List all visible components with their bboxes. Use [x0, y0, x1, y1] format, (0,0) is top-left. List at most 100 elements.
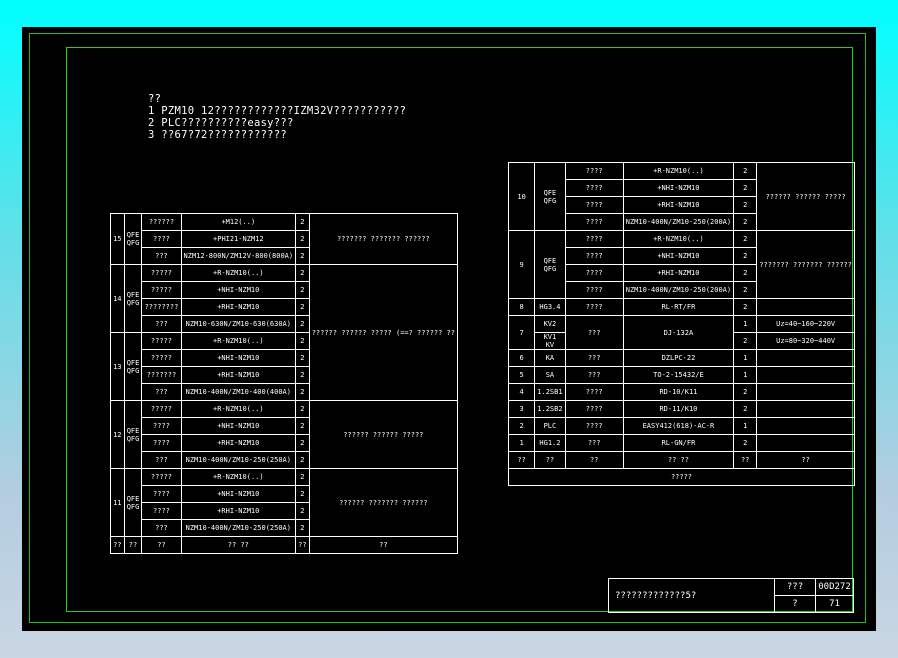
item-number: 7 [507, 315, 536, 350]
table-cell: RL-GN/FR [622, 434, 735, 452]
item-name: ??????? [141, 366, 182, 384]
item-qty: 2 [295, 400, 310, 418]
item-model: +R-NZM10(..) [180, 332, 297, 350]
table-cell: 1 [733, 417, 758, 435]
item-number: 12 [110, 400, 125, 469]
item-remark: Uz=40~160~220V [756, 315, 855, 333]
item-name: ???? [564, 179, 624, 197]
item-name: ??? [141, 247, 182, 265]
table-cell: ???? [564, 417, 624, 435]
note-line-3: 3 ??67?72???????????? [148, 129, 288, 141]
table-cell: 6 [507, 349, 536, 367]
table-header-row: ???????? ?????? [507, 451, 855, 469]
item-qty: 2 [295, 298, 310, 316]
item-remark: ??????? ??????? ?????? [308, 213, 459, 265]
item-remark: ?????? ?????? ????? (==? ?????? ?? [308, 264, 459, 401]
item-number: 13 [110, 332, 125, 401]
table-cell [756, 366, 855, 384]
item-qty: 2 [295, 519, 310, 537]
item-name: ???????? [141, 298, 182, 316]
item-qty: 2 [295, 349, 310, 367]
table-cell: SA [534, 366, 566, 384]
column-header: ?? [123, 536, 143, 554]
item-qty: 2 [295, 502, 310, 520]
drawing-title: ?????????????5? [608, 578, 775, 613]
column-header: ?? [308, 536, 459, 554]
item-model: +RHI-NZM10 [180, 434, 297, 452]
item-name: ???? [141, 434, 182, 452]
item-name: ???? [141, 417, 182, 435]
column-header: ?? [295, 536, 310, 554]
item-code: QFE QFG [123, 264, 143, 333]
item-qty: 2 [295, 468, 310, 486]
title-label-a: ??? [774, 578, 816, 596]
table-cell: 8 [507, 298, 536, 316]
item-name: ???? [564, 196, 624, 214]
table-cell: EASY412(618)-AC-R [622, 417, 735, 435]
table-cell: 1 [733, 349, 758, 367]
table-cell: KA [534, 349, 566, 367]
item-qty: 2 [295, 417, 310, 435]
table-cell [756, 417, 855, 435]
column-header: ?? [141, 536, 182, 554]
table-cell: 5 [507, 366, 536, 384]
item-remark: ?????? ??????? ?????? [308, 468, 459, 537]
item-model: NZM10-400N/ZM10-400(400A) [180, 383, 297, 401]
item-name: ??? [564, 315, 624, 350]
column-header: ?? [756, 451, 855, 469]
item-number: 9 [507, 230, 536, 299]
item-name: ????? [141, 468, 182, 486]
item-qty: 2 [295, 451, 310, 469]
item-name: ???? [564, 213, 624, 231]
item-name: ????? [141, 349, 182, 367]
item-name: ??? [141, 519, 182, 537]
table-cell: 2 [733, 298, 758, 316]
table-row: 1 HG1.2??? RL-GN/FR 2 [507, 434, 855, 452]
table-row: 4 1.2SB1???? RD-10/K11 2 [507, 383, 855, 401]
table-cell [756, 383, 855, 401]
item-qty: 2 [733, 264, 758, 282]
item-name: ????? [141, 332, 182, 350]
column-header: ?? [564, 451, 624, 469]
page-number: 71 [815, 595, 854, 613]
title-block: ?????????????5? ??? 00D272 ? 71 [608, 578, 854, 613]
table-cell: RD-11/K10 [622, 400, 735, 418]
item-remark: Uz=80~320~440V [756, 332, 855, 350]
item-model: +NHI-NZM10 [622, 179, 735, 197]
item-qty: 2 [295, 366, 310, 384]
item-number: 15 [110, 213, 125, 265]
table-cell: 1.2SB1 [534, 383, 566, 401]
item-model: NZM10-400N/ZM10-250(200A) [622, 213, 735, 231]
item-code: QFE QFG [123, 468, 143, 537]
item-model: NZM10-400N/ZM10-250(250A) [180, 519, 297, 537]
item-model: +PHI21-NZM12 [180, 230, 297, 248]
item-model: +RHI-NZM10 [622, 264, 735, 282]
item-model: +NHI-NZM10 [180, 417, 297, 435]
item-name: ??? [141, 315, 182, 333]
note-line-1: 1 PZM10 12????????????IZM32V??????????? [148, 105, 407, 117]
right-parts-table: 10 QFE QFG???? +R-NZM10(..) 2?????? ?????? … [507, 162, 855, 486]
item-qty: 2 [295, 315, 310, 333]
item-remark: ?????? ?????? ????? [308, 400, 459, 469]
item-name: ???? [564, 264, 624, 282]
table-cell: HG3.4 [534, 298, 566, 316]
item-name: ???? [564, 281, 624, 299]
item-qty: 2 [295, 434, 310, 452]
table-cell [756, 349, 855, 367]
table-cell: TO-2-15432/E [622, 366, 735, 384]
table-row: 11 QFE QFG????? +R-NZM10(..) 2?????? ??????… [110, 468, 459, 537]
item-model: +R-NZM10(..) [622, 162, 735, 180]
item-model: +NHI-NZM10 [180, 485, 297, 503]
table-header-row: ???????? ?????? [110, 536, 459, 554]
item-model: +R-NZM10(..) [622, 230, 735, 248]
item-number: 11 [110, 468, 125, 537]
table-cell [756, 434, 855, 452]
left-parts-table: 15 QFE QFG?????? +M12(..) 2??????? ??????? … [110, 213, 459, 554]
item-qty: 2 [295, 485, 310, 503]
item-model: +NHI-NZM10 [180, 349, 297, 367]
table-row: 3 1.2SB2???? RD-11/K10 2 [507, 400, 855, 418]
table-cell: RL-RT/FR [622, 298, 735, 316]
item-name: ??? [141, 451, 182, 469]
item-qty: 2 [295, 383, 310, 401]
table-cell: 2 [507, 417, 536, 435]
